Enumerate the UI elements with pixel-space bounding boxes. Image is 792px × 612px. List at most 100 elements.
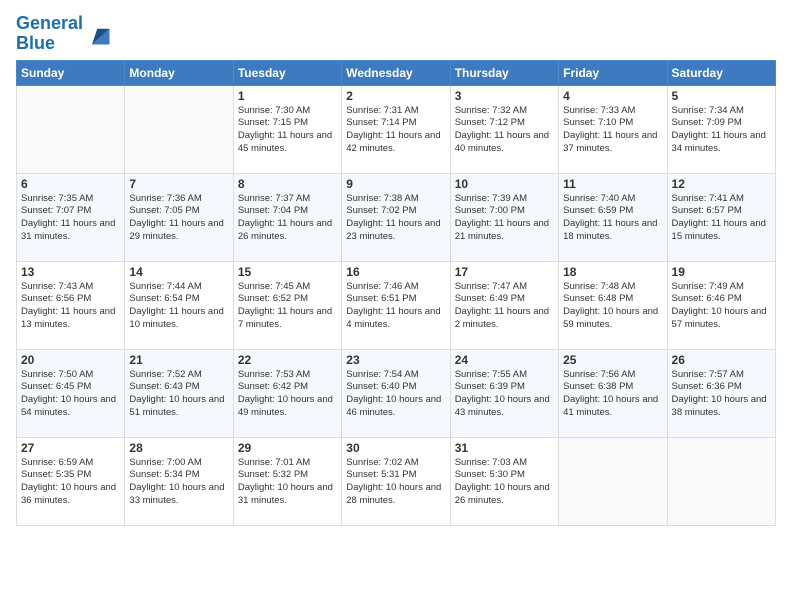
day-info: Sunrise: 6:59 AM Sunset: 5:35 PM Dayligh… [21,457,120,508]
logo-icon [85,20,113,48]
calendar-cell: 25Sunrise: 7:56 AM Sunset: 6:38 PM Dayli… [559,349,667,437]
calendar-cell: 13 Sunrise: 7:43 AM Sunset: 6:56 PM Dayli… [17,261,125,349]
calendar: SundayMondayTuesdayWednesdayThursdayFrid… [16,60,776,526]
day-number: 14 [129,265,228,279]
day-info: Sunrise: 7:54 AM Sunset: 6:40 PM Dayligh… [346,369,445,420]
day-info: Sunrise: 7:56 AM Sunset: 6:38 PM Dayligh… [563,369,662,420]
day-number: 10 [455,177,554,191]
calendar-cell: 19 Sunrise: 7:49 AM Sunset: 6:46 PM Dayli… [667,261,775,349]
day-number: 2 [346,89,445,103]
day-info: Sunrise: 7:43 AM Sunset: 6:56 PM Dayligh… [21,281,120,332]
day-number: 17 [455,265,554,279]
calendar-cell: 15 Sunrise: 7:45 AM Sunset: 6:52 PM Dayli… [233,261,341,349]
calendar-cell: 26 Sunrise: 7:57 AM Sunset: 6:36 PM Dayli… [667,349,775,437]
day-number: 8 [238,177,337,191]
day-info: Sunrise: 7:46 AM Sunset: 6:51 PM Dayligh… [346,281,445,332]
day-number: 21 [129,353,228,367]
calendar-cell: 24 Sunrise: 7:55 AM Sunset: 6:39 PM Dayli… [450,349,558,437]
logo-text: General [16,14,83,34]
calendar-cell: 16 Sunrise: 7:46 AM Sunset: 6:51 PM Dayli… [342,261,450,349]
calendar-cell: 10Sunrise: 7:39 AM Sunset: 7:00 PM Dayli… [450,173,558,261]
day-number: 22 [238,353,337,367]
day-info: Sunrise: 7:50 AM Sunset: 6:45 PM Dayligh… [21,369,120,420]
day-number: 29 [238,441,337,455]
calendar-cell: 12 Sunrise: 7:41 AM Sunset: 6:57 PM Dayli… [667,173,775,261]
day-info: Sunrise: 7:30 AM Sunset: 7:15 PM Dayligh… [238,105,337,156]
day-info: Sunrise: 7:33 AM Sunset: 7:10 PM Dayligh… [563,105,662,156]
day-number: 15 [238,265,337,279]
day-info: Sunrise: 7:32 AM Sunset: 7:12 PM Dayligh… [455,105,554,156]
day-info: Sunrise: 7:41 AM Sunset: 6:57 PM Dayligh… [672,193,771,244]
day-info: Sunrise: 7:02 AM Sunset: 5:31 PM Dayligh… [346,457,445,508]
calendar-cell [559,437,667,525]
day-info: Sunrise: 7:38 AM Sunset: 7:02 PM Dayligh… [346,193,445,244]
day-info: Sunrise: 7:45 AM Sunset: 6:52 PM Dayligh… [238,281,337,332]
calendar-cell: 7 Sunrise: 7:36 AM Sunset: 7:05 PM Daylig… [125,173,233,261]
calendar-cell: 30 Sunrise: 7:02 AM Sunset: 5:31 PM Dayli… [342,437,450,525]
day-number: 12 [672,177,771,191]
day-number: 4 [563,89,662,103]
weekday-header: Sunday [17,60,125,85]
day-info: Sunrise: 7:55 AM Sunset: 6:39 PM Dayligh… [455,369,554,420]
day-info: Sunrise: 7:47 AM Sunset: 6:49 PM Dayligh… [455,281,554,332]
day-number: 5 [672,89,771,103]
day-info: Sunrise: 7:37 AM Sunset: 7:04 PM Dayligh… [238,193,337,244]
weekday-header: Thursday [450,60,558,85]
day-info: Sunrise: 7:34 AM Sunset: 7:09 PM Dayligh… [672,105,771,156]
day-info: Sunrise: 7:52 AM Sunset: 6:43 PM Dayligh… [129,369,228,420]
day-number: 26 [672,353,771,367]
calendar-cell [667,437,775,525]
day-number: 1 [238,89,337,103]
day-number: 16 [346,265,445,279]
weekday-header: Monday [125,60,233,85]
calendar-cell [17,85,125,173]
weekday-header: Saturday [667,60,775,85]
day-info: Sunrise: 7:44 AM Sunset: 6:54 PM Dayligh… [129,281,228,332]
day-info: Sunrise: 7:31 AM Sunset: 7:14 PM Dayligh… [346,105,445,156]
calendar-cell: 23Sunrise: 7:54 AM Sunset: 6:40 PM Dayli… [342,349,450,437]
calendar-cell: 5 Sunrise: 7:34 AM Sunset: 7:09 PM Daylig… [667,85,775,173]
day-number: 24 [455,353,554,367]
day-number: 3 [455,89,554,103]
calendar-cell: 17 Sunrise: 7:47 AM Sunset: 6:49 PM Dayli… [450,261,558,349]
day-info: Sunrise: 7:48 AM Sunset: 6:48 PM Dayligh… [563,281,662,332]
calendar-cell: 3 Sunrise: 7:32 AM Sunset: 7:12 PM Daylig… [450,85,558,173]
day-number: 30 [346,441,445,455]
day-info: Sunrise: 7:53 AM Sunset: 6:42 PM Dayligh… [238,369,337,420]
day-info: Sunrise: 7:40 AM Sunset: 6:59 PM Dayligh… [563,193,662,244]
calendar-cell: 8 Sunrise: 7:37 AM Sunset: 7:04 PM Daylig… [233,173,341,261]
day-info: Sunrise: 7:00 AM Sunset: 5:34 PM Dayligh… [129,457,228,508]
day-number: 11 [563,177,662,191]
day-info: Sunrise: 7:57 AM Sunset: 6:36 PM Dayligh… [672,369,771,420]
weekday-header: Friday [559,60,667,85]
day-number: 20 [21,353,120,367]
calendar-cell: 20 Sunrise: 7:50 AM Sunset: 6:45 PM Dayli… [17,349,125,437]
calendar-cell: 6 Sunrise: 7:35 AM Sunset: 7:07 PM Daylig… [17,173,125,261]
calendar-cell: 29 Sunrise: 7:01 AM Sunset: 5:32 PM Dayli… [233,437,341,525]
day-number: 13 [21,265,120,279]
day-info: Sunrise: 7:49 AM Sunset: 6:46 PM Dayligh… [672,281,771,332]
day-info: Sunrise: 7:35 AM Sunset: 7:07 PM Dayligh… [21,193,120,244]
calendar-cell: 27Sunrise: 6:59 AM Sunset: 5:35 PM Dayli… [17,437,125,525]
calendar-cell: 11 Sunrise: 7:40 AM Sunset: 6:59 PM Dayli… [559,173,667,261]
calendar-cell: 31 Sunrise: 7:03 AM Sunset: 5:30 PM Dayli… [450,437,558,525]
calendar-cell: 2 Sunrise: 7:31 AM Sunset: 7:14 PM Daylig… [342,85,450,173]
day-number: 6 [21,177,120,191]
day-info: Sunrise: 7:36 AM Sunset: 7:05 PM Dayligh… [129,193,228,244]
day-number: 19 [672,265,771,279]
day-number: 28 [129,441,228,455]
logo: General Blue [16,14,113,54]
calendar-cell: 4 Sunrise: 7:33 AM Sunset: 7:10 PM Daylig… [559,85,667,173]
calendar-cell: 9Sunrise: 7:38 AM Sunset: 7:02 PM Daylig… [342,173,450,261]
calendar-cell: 28 Sunrise: 7:00 AM Sunset: 5:34 PM Dayli… [125,437,233,525]
calendar-cell: 18 Sunrise: 7:48 AM Sunset: 6:48 PM Dayli… [559,261,667,349]
logo-text2: Blue [16,34,83,54]
weekday-header: Wednesday [342,60,450,85]
day-info: Sunrise: 7:03 AM Sunset: 5:30 PM Dayligh… [455,457,554,508]
weekday-header: Tuesday [233,60,341,85]
day-info: Sunrise: 7:01 AM Sunset: 5:32 PM Dayligh… [238,457,337,508]
day-number: 18 [563,265,662,279]
day-number: 31 [455,441,554,455]
day-number: 7 [129,177,228,191]
calendar-cell: 1 Sunrise: 7:30 AM Sunset: 7:15 PM Daylig… [233,85,341,173]
